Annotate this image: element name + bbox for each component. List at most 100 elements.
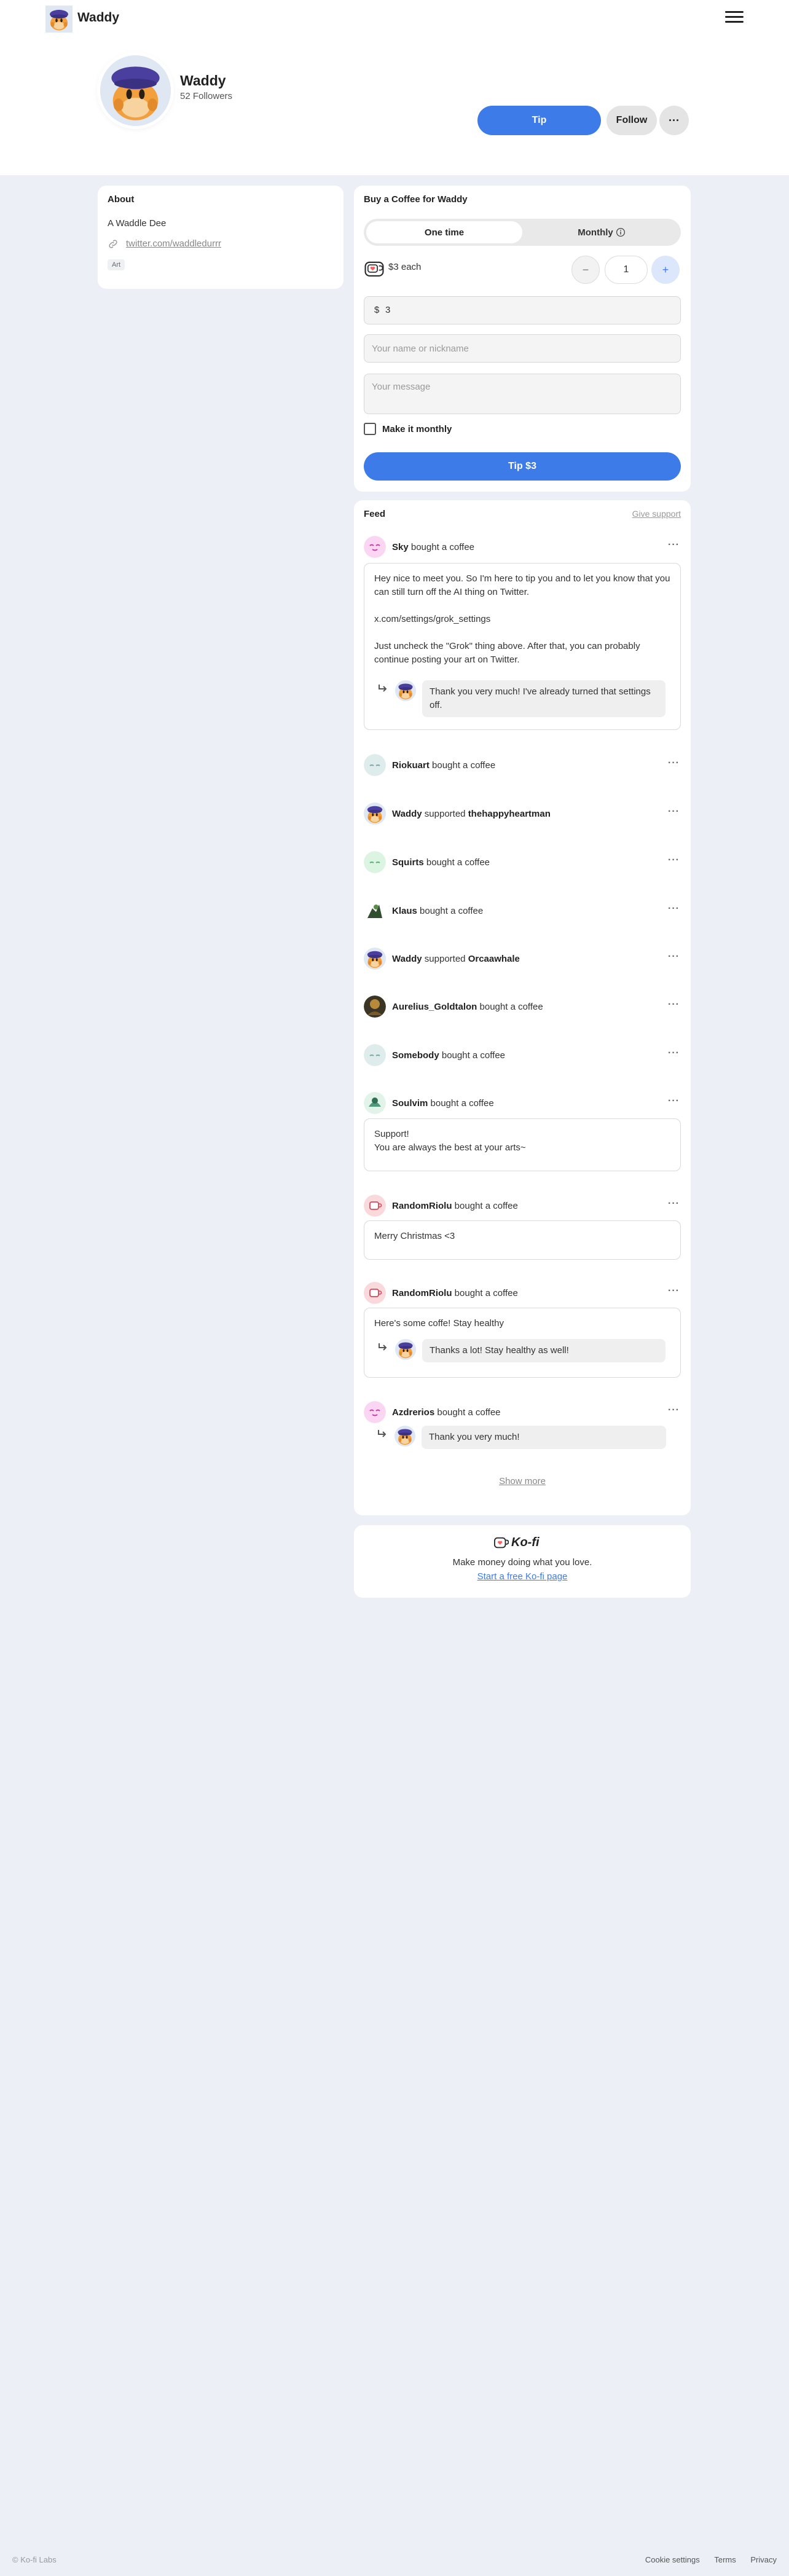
item-options-icon[interactable]: ··· bbox=[668, 758, 680, 769]
item-options-icon[interactable]: ··· bbox=[668, 951, 680, 962]
supporter-avatar[interactable] bbox=[364, 995, 386, 1018]
monthly-tab[interactable]: Monthly bbox=[525, 221, 678, 243]
message-paragraph: Just uncheck the "Grok" thing above. Aft… bbox=[374, 641, 640, 665]
item-options-icon[interactable]: ··· bbox=[668, 1286, 680, 1297]
supporter-avatar[interactable] bbox=[364, 536, 386, 558]
kofi-promo-card: Ko-fi Make money doing what you love. St… bbox=[354, 1525, 691, 1598]
quantity-decrement-button[interactable]: − bbox=[571, 256, 600, 284]
feed-item: RandomRiolu bought a coffee ··· bbox=[364, 1282, 681, 1305]
supported-creator[interactable]: Orcaawhale bbox=[468, 954, 520, 964]
item-options-icon[interactable]: ··· bbox=[668, 1096, 680, 1107]
feed-card: Feed Give support Sky bought a coffee ··… bbox=[354, 500, 691, 1515]
start-page-link[interactable]: Start a free Ko-fi page bbox=[354, 1571, 691, 1582]
message-paragraph: x.com/settings/grok_settings bbox=[374, 614, 491, 624]
top-nav: Waddy bbox=[0, 0, 789, 37]
cookie-settings-link[interactable]: Cookie settings bbox=[645, 2555, 700, 2564]
supporter-name[interactable]: Waddy bbox=[392, 954, 422, 964]
link-icon bbox=[109, 240, 117, 248]
category-tag[interactable]: Art bbox=[108, 259, 125, 270]
give-support-link[interactable]: Give support bbox=[632, 509, 681, 519]
reply-text: Thank you very much! bbox=[422, 1426, 666, 1449]
follower-count: 52 Followers bbox=[180, 91, 233, 101]
menu-icon[interactable] bbox=[725, 11, 744, 25]
follow-button[interactable]: Follow bbox=[606, 106, 657, 135]
tip-button[interactable]: Tip bbox=[477, 106, 601, 135]
supporter-name[interactable]: Sky bbox=[392, 542, 409, 552]
one-time-tab[interactable]: One time bbox=[366, 221, 522, 243]
supporter-avatar[interactable] bbox=[364, 948, 386, 970]
item-options-icon[interactable]: ··· bbox=[668, 1048, 680, 1059]
supporter-name[interactable]: RandomRiolu bbox=[392, 1288, 452, 1298]
feed-item: Klaus bought a coffee ··· bbox=[364, 900, 681, 923]
reply-text: Thank you very much! I've already turned… bbox=[422, 680, 665, 717]
message-input[interactable] bbox=[364, 374, 681, 414]
feed-item: Somebody bought a coffee ··· bbox=[364, 1044, 681, 1067]
kofi-cup-icon bbox=[494, 1537, 509, 1549]
supporter-avatar[interactable] bbox=[364, 754, 386, 776]
nav-creator-name[interactable]: Waddy bbox=[77, 10, 119, 25]
currency-symbol: $ bbox=[374, 305, 380, 315]
supporter-name[interactable]: Soulvim bbox=[392, 1098, 428, 1109]
supporter-name[interactable]: Klaus bbox=[392, 906, 417, 916]
about-card: About A Waddle Dee twitter.com/waddledur… bbox=[98, 186, 343, 289]
supporter-avatar[interactable] bbox=[364, 803, 386, 825]
creator-avatar bbox=[394, 1426, 415, 1447]
supporter-message: Hey nice to meet you. So I'm here to tip… bbox=[364, 563, 681, 730]
feed-item-text: Klaus bought a coffee bbox=[392, 906, 484, 916]
message-paragraph: Merry Christmas <3 bbox=[374, 1231, 455, 1241]
supporter-avatar[interactable] bbox=[364, 1044, 386, 1066]
supporter-name[interactable]: Aurelius_Goldtalon bbox=[392, 1002, 477, 1012]
frequency-toggle: One time Monthly bbox=[364, 219, 681, 246]
supporter-name[interactable]: RandomRiolu bbox=[392, 1201, 452, 1211]
supporter-name[interactable]: Azdrerios bbox=[392, 1407, 434, 1418]
profile-avatar bbox=[100, 55, 171, 126]
tip-submit-button[interactable]: Tip $3 bbox=[364, 452, 681, 481]
feed-item: Squirts bought a coffee ··· bbox=[364, 851, 681, 874]
supporter-avatar[interactable] bbox=[364, 1282, 386, 1304]
name-input[interactable] bbox=[364, 334, 681, 363]
supporter-avatar[interactable] bbox=[364, 1401, 386, 1423]
copyright: © Ko-fi Labs bbox=[12, 2555, 57, 2564]
amount-field[interactable]: $ 3 bbox=[364, 296, 681, 324]
supporter-name[interactable]: Squirts bbox=[392, 857, 424, 868]
supporter-avatar[interactable] bbox=[364, 1195, 386, 1217]
item-options-icon[interactable]: ··· bbox=[668, 999, 680, 1010]
feed-title: Feed bbox=[364, 509, 386, 519]
twitter-link[interactable]: twitter.com/waddledurrr bbox=[126, 238, 221, 249]
kofi-logo[interactable]: Ko-fi bbox=[494, 1535, 555, 1551]
show-more-link[interactable]: Show more bbox=[354, 1476, 691, 1486]
feed-item-text: Waddy supported Orcaawhale bbox=[392, 954, 520, 964]
item-options-icon[interactable]: ··· bbox=[668, 806, 680, 817]
supporter-name[interactable]: Riokuart bbox=[392, 760, 430, 771]
message-paragraph: Support! bbox=[374, 1129, 409, 1139]
quantity-input[interactable] bbox=[605, 256, 648, 284]
item-options-icon[interactable]: ··· bbox=[668, 1198, 680, 1209]
privacy-link[interactable]: Privacy bbox=[750, 2555, 777, 2564]
message-paragraph: Here's some coffe! Stay healthy bbox=[374, 1318, 504, 1329]
nav-avatar[interactable] bbox=[45, 6, 73, 33]
feed-item: Waddy supported Orcaawhale ··· bbox=[364, 948, 681, 971]
more-options-button[interactable]: ··· bbox=[659, 106, 689, 135]
amount-value: 3 bbox=[385, 305, 391, 315]
reply-arrow-icon bbox=[379, 685, 387, 692]
supporter-avatar[interactable] bbox=[364, 900, 386, 922]
creator-reply: Thank you very much! bbox=[364, 1426, 681, 1450]
kofi-tagline: Make money doing what you love. bbox=[452, 1557, 592, 1568]
make-monthly-label[interactable]: Make it monthly bbox=[382, 424, 452, 434]
info-icon[interactable] bbox=[616, 227, 626, 237]
item-options-icon[interactable]: ··· bbox=[668, 540, 680, 551]
item-options-icon[interactable]: ··· bbox=[668, 855, 680, 866]
supporter-avatar[interactable] bbox=[364, 1092, 386, 1114]
supported-creator[interactable]: thehappyheartman bbox=[468, 809, 551, 819]
make-monthly-checkbox[interactable] bbox=[364, 423, 376, 435]
supporter-name[interactable]: Somebody bbox=[392, 1050, 439, 1061]
quantity-increment-button[interactable]: + bbox=[651, 256, 680, 284]
item-options-icon[interactable]: ··· bbox=[668, 1405, 680, 1416]
item-options-icon[interactable]: ··· bbox=[668, 903, 680, 914]
feed-item: Riokuart bought a coffee ··· bbox=[364, 754, 681, 777]
kofi-wordmark: Ko-fi bbox=[511, 1536, 540, 1549]
feed-item: Aurelius_Goldtalon bought a coffee ··· bbox=[364, 995, 681, 1019]
supporter-avatar[interactable] bbox=[364, 851, 386, 873]
supporter-name[interactable]: Waddy bbox=[392, 809, 422, 819]
terms-link[interactable]: Terms bbox=[714, 2555, 736, 2564]
